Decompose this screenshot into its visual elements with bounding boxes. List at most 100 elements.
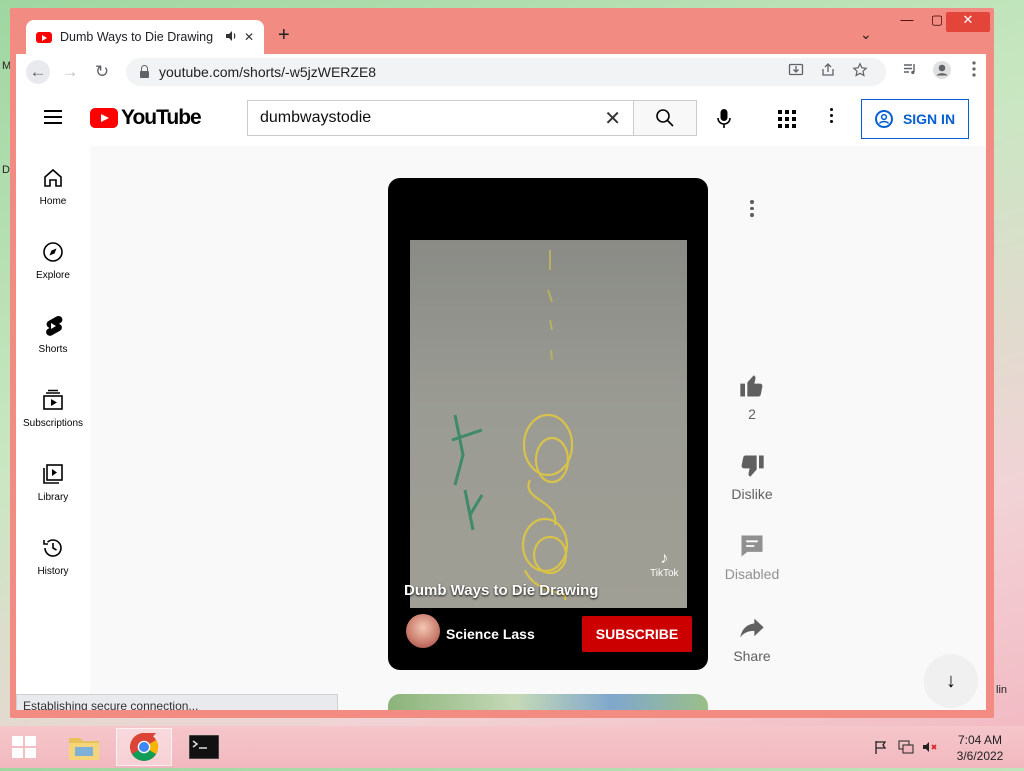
thumbs-up-icon bbox=[740, 375, 763, 397]
volume-muted-icon[interactable] bbox=[922, 740, 938, 757]
speaker-icon[interactable] bbox=[225, 30, 238, 45]
youtube-header: YouTube dumbwaystodie ✕ SIGN IN bbox=[16, 90, 986, 146]
voice-search-mic-icon[interactable] bbox=[716, 108, 732, 135]
settings-more-icon[interactable] bbox=[830, 108, 834, 126]
reload-button[interactable]: ↻ bbox=[90, 60, 114, 84]
sidebar-item-label: Library bbox=[37, 492, 69, 503]
dislike-button[interactable]: Dislike bbox=[716, 452, 788, 502]
search-input[interactable]: dumbwaystodie ✕ bbox=[247, 100, 633, 136]
apps-grid-icon[interactable] bbox=[778, 110, 796, 133]
library-icon bbox=[43, 464, 63, 484]
tab-title: Dumb Ways to Die Drawing bbox=[60, 30, 214, 44]
bookmark-star-icon[interactable] bbox=[852, 62, 868, 81]
search-query[interactable]: dumbwaystodie bbox=[260, 109, 604, 127]
history-icon bbox=[43, 539, 62, 557]
sidebar-item-explore[interactable]: Explore bbox=[16, 240, 90, 281]
sidebar: Home Explore Shorts Subscriptions Librar… bbox=[16, 146, 90, 710]
sidebar-item-label: Home bbox=[39, 196, 67, 207]
comments-label: Disabled bbox=[724, 566, 780, 582]
close-window-button[interactable]: ✕ bbox=[946, 12, 990, 32]
address-bar[interactable]: youtube.com/shorts/-w5jzWERZE8 bbox=[126, 58, 886, 86]
page-viewport: YouTube dumbwaystodie ✕ SIGN IN Home Exp… bbox=[16, 90, 986, 710]
tab-close-icon[interactable]: ✕ bbox=[244, 30, 254, 44]
minimize-button[interactable]: — bbox=[892, 12, 922, 32]
taskbar-chrome[interactable] bbox=[116, 728, 172, 766]
action-center-flag-icon[interactable] bbox=[874, 740, 888, 757]
lock-icon[interactable] bbox=[140, 64, 149, 78]
clock-time: 7:04 AM bbox=[957, 733, 1003, 747]
next-short-button[interactable]: ↓ bbox=[924, 654, 978, 708]
compass-icon bbox=[43, 242, 63, 262]
youtube-play-logo-icon bbox=[90, 108, 118, 128]
subscriptions-icon bbox=[43, 389, 63, 410]
search-button[interactable] bbox=[633, 100, 697, 136]
short-video-player[interactable] bbox=[410, 240, 687, 608]
status-bubble: Establishing secure connection... bbox=[16, 694, 338, 710]
tab-strip: Dumb Ways to Die Drawing ✕ + ⌄ — ▢ ✕ bbox=[10, 8, 994, 54]
thumbs-down-icon bbox=[741, 455, 764, 477]
browser-window: Dumb Ways to Die Drawing ✕ + ⌄ — ▢ ✕ ← →… bbox=[10, 8, 994, 718]
browser-toolbar: ← → ↻ youtube.com/shorts/-w5jzWERZE8 bbox=[16, 54, 986, 90]
tiktok-label: TikTok bbox=[650, 568, 679, 579]
tiktok-watermark: ♪ TikTok bbox=[650, 550, 679, 579]
sidebar-item-label: History bbox=[37, 566, 69, 577]
hamburger-menu-icon[interactable] bbox=[44, 110, 62, 124]
desktop-icon-label-d: D bbox=[2, 164, 10, 176]
channel-avatar[interactable] bbox=[406, 614, 440, 648]
sidebar-item-label: Subscriptions bbox=[22, 418, 84, 429]
url-text[interactable]: youtube.com/shorts/-w5jzWERZE8 bbox=[159, 64, 376, 80]
account-circle-icon bbox=[874, 110, 893, 128]
browser-menu-icon[interactable] bbox=[962, 60, 986, 84]
sidebar-item-label: Shorts bbox=[38, 344, 68, 355]
next-short-preview[interactable] bbox=[388, 694, 708, 710]
share-button[interactable]: Share bbox=[716, 614, 788, 664]
sidebar-item-home[interactable]: Home bbox=[16, 166, 90, 207]
folder-icon bbox=[69, 738, 99, 760]
media-control-icon[interactable] bbox=[898, 60, 922, 84]
search-icon bbox=[656, 109, 674, 127]
browser-tab[interactable]: Dumb Ways to Die Drawing ✕ bbox=[26, 20, 264, 54]
youtube-favicon-icon bbox=[36, 31, 52, 43]
drawing-frame-image bbox=[451, 250, 574, 601]
taskbar-file-explorer[interactable] bbox=[56, 728, 112, 766]
sign-in-button[interactable]: SIGN IN bbox=[861, 99, 969, 139]
sidebar-item-history[interactable]: History bbox=[16, 536, 90, 577]
back-button[interactable]: ← bbox=[26, 60, 50, 84]
clock-date: 3/6/2022 bbox=[956, 749, 1004, 763]
home-icon bbox=[44, 168, 62, 187]
tab-search-chevron-icon[interactable]: ⌄ bbox=[860, 26, 872, 43]
subscribe-button[interactable]: SUBSCRIBE bbox=[582, 616, 692, 652]
sidebar-item-label: Explore bbox=[36, 270, 70, 281]
profile-avatar-icon[interactable] bbox=[930, 60, 954, 84]
comments-button[interactable]: Disabled bbox=[716, 532, 788, 582]
like-count: 2 bbox=[748, 406, 756, 422]
new-tab-button[interactable]: + bbox=[278, 24, 290, 47]
sidebar-item-library[interactable]: Library bbox=[16, 462, 90, 503]
chrome-icon bbox=[130, 733, 158, 761]
channel-name[interactable]: Science Lass bbox=[446, 626, 535, 642]
short-video-card[interactable]: Dumb Ways to Die Drawing ♪ TikTok Scienc… bbox=[388, 178, 708, 670]
like-button[interactable]: 2 bbox=[716, 372, 788, 422]
clear-search-icon[interactable]: ✕ bbox=[604, 106, 621, 131]
system-clock[interactable]: 7:04 AM 3/6/2022 bbox=[942, 732, 1018, 764]
comment-icon bbox=[741, 535, 763, 557]
install-app-icon[interactable] bbox=[788, 62, 804, 81]
youtube-logo-text: YouTube bbox=[121, 106, 202, 129]
network-icon[interactable] bbox=[898, 740, 914, 757]
sidebar-item-shorts[interactable]: Shorts bbox=[16, 314, 90, 355]
share-arrow-icon bbox=[740, 618, 764, 638]
short-title[interactable]: Dumb Ways to Die Drawing bbox=[404, 582, 598, 599]
dislike-label: Dislike bbox=[731, 486, 773, 502]
share-page-icon[interactable] bbox=[820, 62, 836, 81]
taskbar: 7:04 AM 3/6/2022 bbox=[0, 726, 1024, 768]
start-button-windows-icon[interactable] bbox=[12, 736, 38, 760]
youtube-logo[interactable]: YouTube bbox=[90, 106, 202, 130]
desktop-icon-label-right: lin bbox=[996, 684, 1008, 696]
sign-in-label: SIGN IN bbox=[902, 111, 956, 127]
sidebar-item-subscriptions[interactable]: Subscriptions bbox=[16, 388, 90, 429]
shorts-icon bbox=[46, 315, 63, 336]
taskbar-command-prompt[interactable] bbox=[176, 728, 232, 766]
terminal-icon bbox=[188, 734, 220, 760]
forward-button[interactable]: → bbox=[58, 60, 82, 84]
short-more-options-icon[interactable] bbox=[750, 200, 754, 220]
